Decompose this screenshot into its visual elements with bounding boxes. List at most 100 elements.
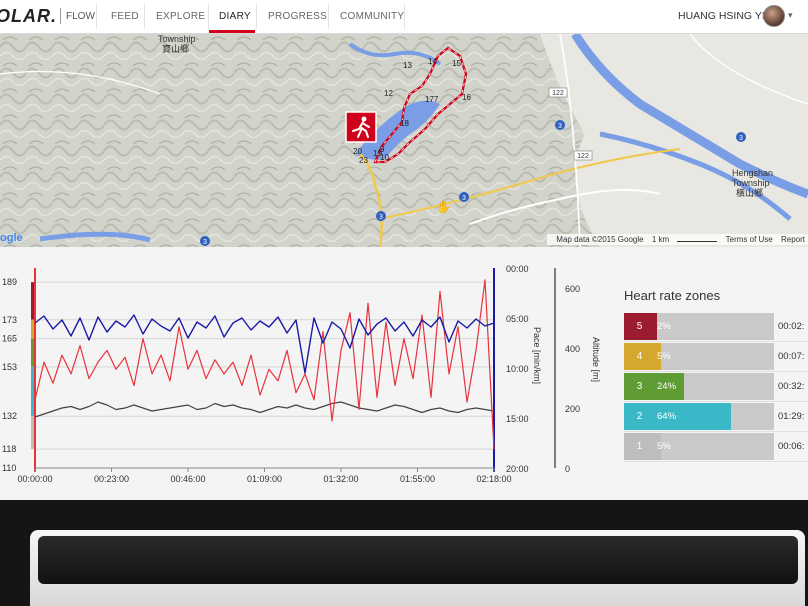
hr-axis-tick: 132 <box>2 411 17 421</box>
top-navigation: OLAR. FLOW FEED EXPLORE DIARY PROGRESS C… <box>0 0 808 34</box>
google-logo[interactable]: ogle <box>0 232 23 244</box>
report-link[interactable]: Report <box>781 235 805 244</box>
hrz-rows: 5 2% 00:02: 4 5% 00:07: 3 24% 00:32: 2 64% 01:29: 1 5… <box>624 312 808 462</box>
hr-zone-time: 00:07: <box>778 351 805 362</box>
pace-axis-tick: 00:00 <box>506 264 529 274</box>
shield-label: 3 <box>379 214 383 221</box>
route-shield-122: 122 <box>573 150 593 161</box>
pace-axis-label: Pace [min/km] <box>532 327 542 384</box>
shield-label: 3 <box>462 195 466 202</box>
route-map[interactable]: 122 122 3 3 3 3 3 Township 寶山鄉 Hengshan … <box>0 34 808 247</box>
hr-zone-row: 3 24% 00:32: <box>624 372 808 402</box>
hr-zone-number: 3 <box>624 373 655 400</box>
place-label: Township <box>158 34 196 44</box>
route-marker: 177 <box>425 95 439 104</box>
hr-zone-row: 1 5% 00:06: <box>624 432 808 462</box>
pace-axis-tick: 20:00 <box>506 464 529 474</box>
hr-zone-time: 00:02: <box>778 321 805 332</box>
map-canvas[interactable]: 122 122 3 3 3 3 3 Township 寶山鄉 Hengshan … <box>0 34 808 247</box>
time-axis-tick: 01:55:00 <box>400 474 435 484</box>
altitude-axis-tick: 600 <box>565 284 580 294</box>
scale-bar <box>677 237 718 242</box>
active-tab-indicator <box>209 30 255 33</box>
flow-brand[interactable]: FLOW <box>66 11 95 22</box>
place-label: 寶山鄉 <box>162 43 189 54</box>
hr-zone-time: 00:06: <box>778 441 805 452</box>
hr-zone-time: 00:32: <box>778 381 805 392</box>
route-marker: 23 <box>359 156 368 165</box>
avatar[interactable] <box>763 5 785 27</box>
time-axis-tick: 01:32:00 <box>323 474 358 484</box>
altitude-axis-tick: 0 <box>565 464 570 474</box>
altitude-axis-label: Altitude [m] <box>591 337 601 382</box>
time-axis-tick: 00:46:00 <box>170 474 205 484</box>
time-axis-tick: 02:18:00 <box>476 474 511 484</box>
time-axis-tick: 01:09:00 <box>247 474 282 484</box>
route-marker: 18 <box>400 119 409 128</box>
nav-divider <box>96 4 97 29</box>
route-shield-3: 3 <box>459 192 469 202</box>
shield-label: 3 <box>558 123 562 130</box>
route-marker: 14 <box>428 57 437 66</box>
nav-explore[interactable]: EXPLORE <box>156 11 205 22</box>
nav-divider <box>208 4 209 29</box>
hr-axis-tick: 173 <box>2 315 17 325</box>
nav-divider <box>328 4 329 29</box>
route-shield-3: 3 <box>200 236 210 246</box>
route-marker: 16 <box>462 93 471 102</box>
map-scale: 1 km <box>651 235 670 244</box>
route-marker: 15 <box>452 59 461 68</box>
place-label: Hengshan <box>732 168 773 178</box>
hr-axis-tick: 189 <box>2 277 17 287</box>
terms-link[interactable]: Terms of Use <box>726 235 773 244</box>
hr-zone-number: 5 <box>624 313 655 340</box>
hr-zone-percent: 5% <box>657 441 671 452</box>
nav-progress[interactable]: PROGRESS <box>268 11 327 22</box>
place-label: 橫山鄉 <box>736 187 763 198</box>
heart-rate-line <box>34 279 495 450</box>
time-axis-tick: 00:23:00 <box>94 474 129 484</box>
hr-axis-tick: 165 <box>2 334 17 344</box>
shield-label: 122 <box>552 90 564 97</box>
hr-axis-tick: 110 <box>2 463 16 473</box>
logo-separator <box>60 8 61 24</box>
route-marker: 19 <box>373 149 382 158</box>
polar-logo[interactable]: OLAR. <box>0 6 57 27</box>
nav-diary[interactable]: DIARY <box>219 11 251 22</box>
shield-label: 3 <box>203 239 207 246</box>
hr-zone-time: 01:29: <box>778 411 805 422</box>
route-shield-122: 122 <box>548 87 568 98</box>
route-marker: 12 <box>384 89 393 98</box>
altitude-axis-tick: 400 <box>565 344 580 354</box>
pace-axis-tick: 15:00 <box>506 414 529 424</box>
heart-rate-zones-panel: Heart rate zones 5 2% 00:02: 4 5% 00:07: 3 24% 0… <box>624 288 808 462</box>
nav-divider <box>256 4 257 29</box>
time-axis-tick: 00:00:00 <box>17 474 52 484</box>
hr-zone-percent: 5% <box>657 351 671 362</box>
hr-zone-number: 4 <box>624 343 655 370</box>
altitude-line <box>34 401 495 418</box>
hr-zone-percent: 24% <box>657 381 677 392</box>
route-marker: 20 <box>353 147 362 156</box>
running-icon[interactable] <box>345 111 377 143</box>
nav-feed[interactable]: FEED <box>111 11 139 22</box>
laptop-hinge <box>38 536 798 584</box>
hr-zone-percent: 2% <box>657 321 671 332</box>
user-name[interactable]: HUANG HSING YI <box>678 10 765 22</box>
route-marker: 13 <box>403 61 412 70</box>
pace-axis-tick: 10:00 <box>506 364 529 374</box>
route-shield-3: 3 <box>555 120 565 130</box>
nav-divider <box>144 4 145 29</box>
chevron-down-icon[interactable]: ▾ <box>788 10 793 21</box>
nav-community[interactable]: COMMUNITY <box>340 11 404 22</box>
place-label: Township <box>732 178 770 188</box>
pace-axis-tick: 05:00 <box>506 314 529 324</box>
nav-divider <box>404 4 405 29</box>
hand-cursor-icon: ✋ <box>436 200 451 214</box>
hr-zone-row: 2 64% 01:29: <box>624 402 808 432</box>
hr-zone-number: 1 <box>624 433 655 460</box>
hr-zone-number: 2 <box>624 403 655 430</box>
hr-zone-percent: 64% <box>657 411 677 422</box>
analysis-chart-area: 189 173 165 153 132 118 110 00:00 05:00 10:00 15:0… <box>0 252 808 500</box>
map-credits: Map data ©2015 Google 1 km Terms of Use … <box>547 234 808 245</box>
